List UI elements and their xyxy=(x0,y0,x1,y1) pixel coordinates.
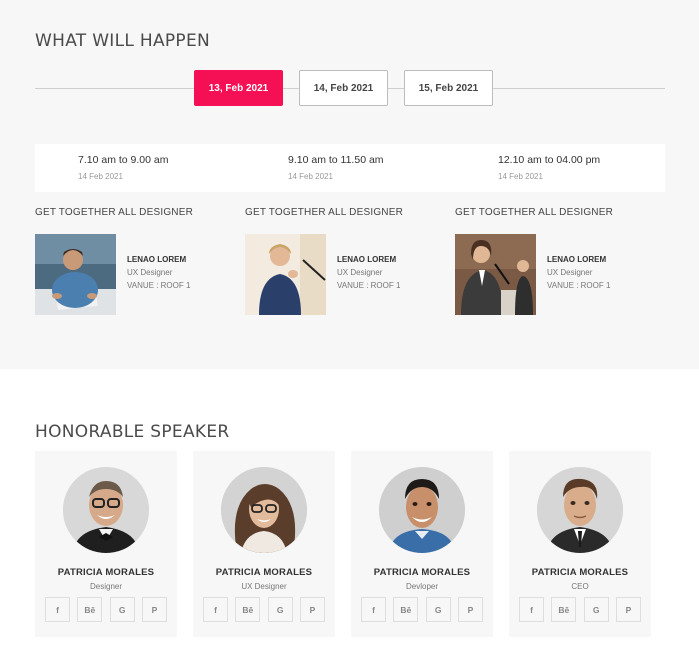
speaker-name: PATRICIA MORALES xyxy=(215,567,313,578)
google-icon[interactable]: G xyxy=(425,597,451,622)
speaker-name: LENAO LOREM xyxy=(127,255,187,264)
event-photo xyxy=(245,234,326,315)
time-date: 14 Feb 2021 xyxy=(498,172,543,181)
speaker-role: Designer xyxy=(89,582,122,591)
schedule-section: WHAT WILL HAPPEN 13, Feb 2021 14, Feb 20… xyxy=(0,0,699,369)
speaker-name: PATRICIA MORALES xyxy=(531,567,629,578)
pinterest-icon[interactable]: P xyxy=(141,597,167,622)
event-photo xyxy=(455,234,536,315)
pinterest-icon[interactable]: P xyxy=(615,597,641,622)
social-links: f Bē G P xyxy=(519,597,641,622)
event-venue: VANUE : ROOF 1 xyxy=(337,281,401,290)
speakers-title: HONORABLE SPEAKER xyxy=(35,422,230,442)
avatar xyxy=(63,467,149,553)
behance-icon[interactable]: Bē xyxy=(77,597,103,622)
time-date: 14 Feb 2021 xyxy=(78,172,123,181)
speaker-role: Devloper xyxy=(405,582,438,591)
facebook-icon[interactable]: f xyxy=(45,597,70,622)
pinterest-icon[interactable]: P xyxy=(299,597,325,622)
avatar xyxy=(379,467,465,553)
social-links: f Bē G P xyxy=(45,597,167,622)
behance-icon[interactable]: Bē xyxy=(235,597,261,622)
speaker-role: UX Designer xyxy=(547,268,593,277)
social-links: f Bē G P xyxy=(361,597,483,622)
event-title: GET TOGETHER ALL DESIGNER xyxy=(245,207,404,218)
speaker-role: UX Designer xyxy=(337,268,383,277)
facebook-icon[interactable]: f xyxy=(519,597,544,622)
speaker-role: UX Designer xyxy=(241,582,287,591)
speaker-name: PATRICIA MORALES xyxy=(373,567,471,578)
time-slots-bar: 7.10 am to 9.00 am 14 Feb 2021 9.10 am t… xyxy=(35,144,665,192)
google-icon[interactable]: G xyxy=(583,597,609,622)
event-card: GET TOGETHER ALL DESIGNER LENAO LOREM UX… xyxy=(35,207,235,317)
speaker-card: PATRICIA MORALES UX Designer f Bē G P xyxy=(193,451,335,637)
date-tab-2[interactable]: 14, Feb 2021 xyxy=(299,70,388,106)
speaker-name: LENAO LOREM xyxy=(337,255,397,264)
time-date: 14 Feb 2021 xyxy=(288,172,333,181)
speaker-name: LENAO LOREM xyxy=(547,255,607,264)
date-tab-1[interactable]: 13, Feb 2021 xyxy=(194,70,283,106)
date-tab-3[interactable]: 15, Feb 2021 xyxy=(404,70,493,106)
time-range: 12.10 am to 04.00 pm xyxy=(498,154,601,166)
speaker-name: PATRICIA MORALES xyxy=(57,567,155,578)
event-photo xyxy=(35,234,116,315)
speaker-card: PATRICIA MORALES Designer f Bē G P xyxy=(35,451,177,637)
speaker-card: PATRICIA MORALES CEO f Bē G P xyxy=(509,451,651,637)
avatar xyxy=(537,467,623,553)
speaker-card: PATRICIA MORALES Devloper f Bē G P xyxy=(351,451,493,637)
event-title: GET TOGETHER ALL DESIGNER xyxy=(35,207,194,218)
behance-icon[interactable]: Bē xyxy=(551,597,577,622)
social-links: f Bē G P xyxy=(203,597,325,622)
time-range: 7.10 am to 9.00 am xyxy=(78,154,169,166)
facebook-icon[interactable]: f xyxy=(361,597,386,622)
event-venue: VANUE : ROOF 1 xyxy=(127,281,191,290)
event-venue: VANUE : ROOF 1 xyxy=(547,281,611,290)
behance-icon[interactable]: Bē xyxy=(393,597,419,622)
event-card: GET TOGETHER ALL DESIGNER LENAO LOREM UX… xyxy=(245,207,445,317)
google-icon[interactable]: G xyxy=(109,597,135,622)
event-title: GET TOGETHER ALL DESIGNER xyxy=(455,207,614,218)
speaker-role: UX Designer xyxy=(127,268,173,277)
pinterest-icon[interactable]: P xyxy=(457,597,483,622)
schedule-title: WHAT WILL HAPPEN xyxy=(35,31,211,51)
facebook-icon[interactable]: f xyxy=(203,597,228,622)
avatar xyxy=(221,467,307,553)
event-card: GET TOGETHER ALL DESIGNER LENAO LOREM UX… xyxy=(455,207,655,317)
google-icon[interactable]: G xyxy=(267,597,293,622)
speaker-role: CEO xyxy=(571,582,589,591)
time-range: 9.10 am to 11.50 am xyxy=(288,154,384,166)
